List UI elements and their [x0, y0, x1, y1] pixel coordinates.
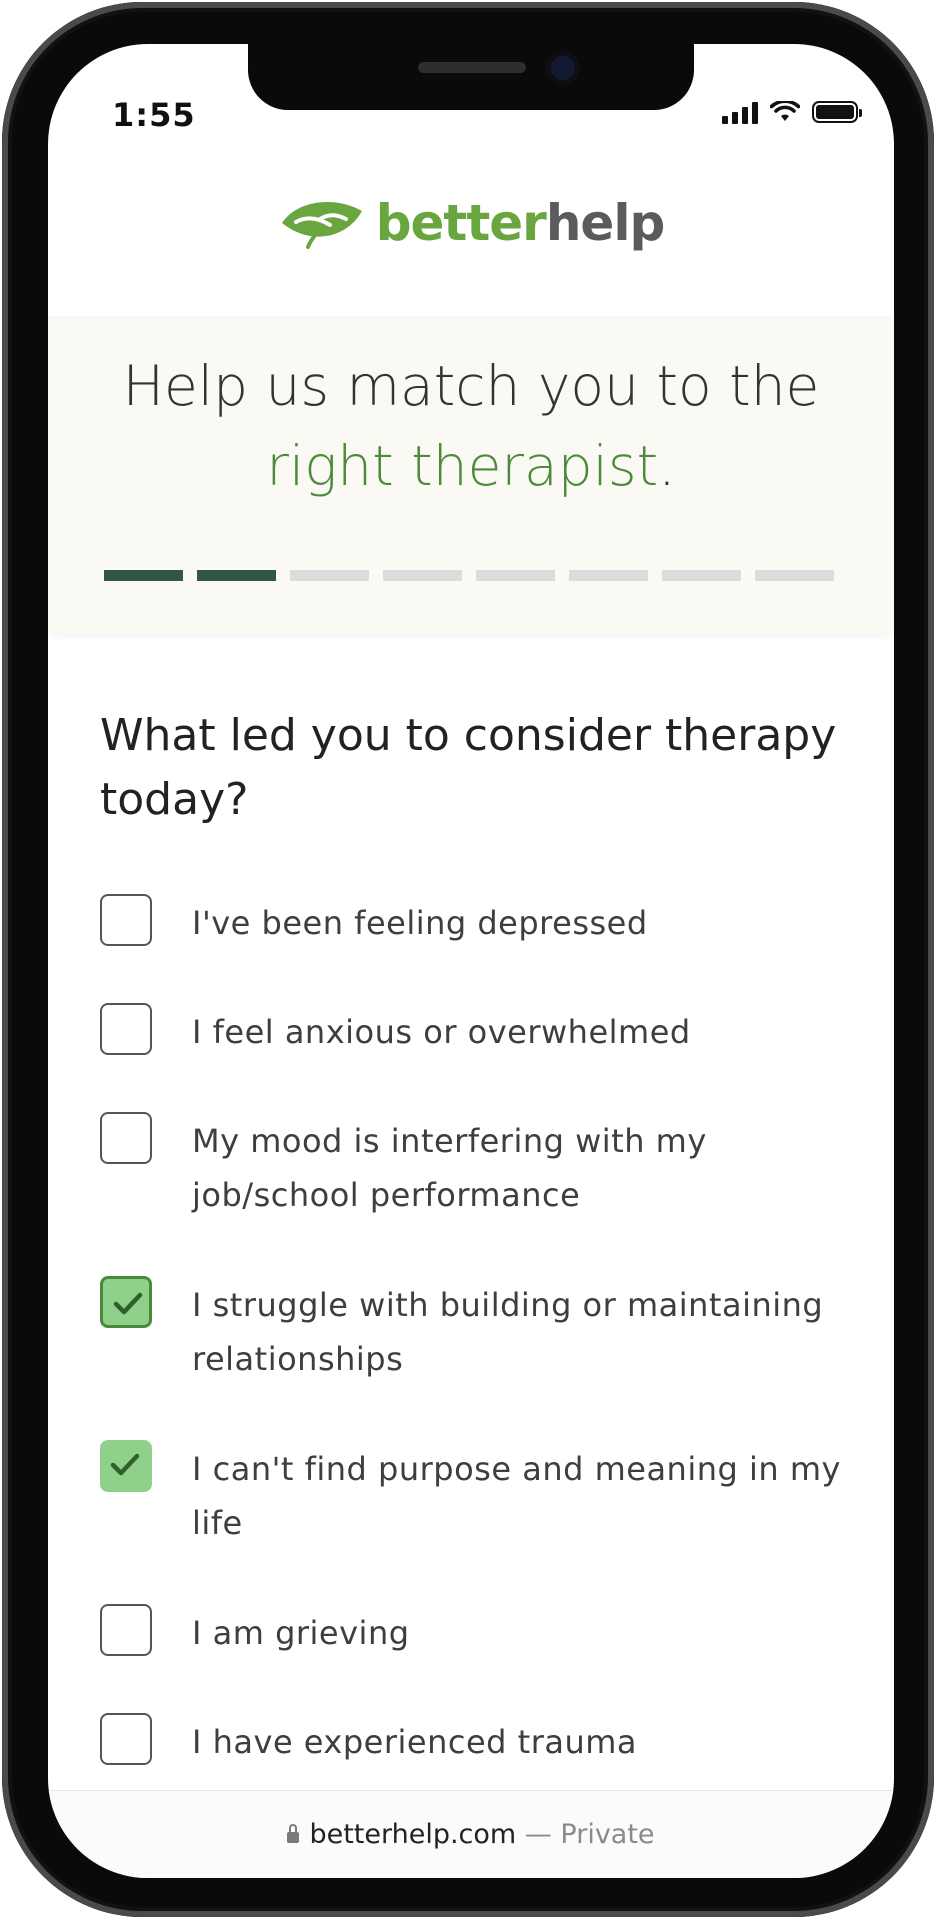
progress-segment: [290, 570, 369, 581]
status-icons: [722, 100, 862, 124]
question-title: What led you to consider therapy today?: [100, 710, 837, 825]
screen: 1:55 betterhelp Help us match you to the…: [48, 44, 894, 1878]
option-label: I have experienced trauma: [192, 1723, 638, 1761]
address-bar-content: betterhelp.com — Private: [48, 1819, 894, 1850]
banner-heading-line1: Help us match you to the: [122, 354, 820, 418]
option-label: I've been feeling depressed: [192, 904, 648, 942]
checkbox-checked[interactable]: [100, 1440, 152, 1492]
notch: [248, 44, 694, 110]
progress-bar: [104, 570, 834, 581]
logo-word-help: help: [545, 194, 665, 252]
logo-wordmark: betterhelp: [375, 194, 666, 252]
speaker-grille: [418, 62, 526, 73]
progress-segment: [662, 570, 741, 581]
progress-segment-complete: [197, 570, 276, 581]
logo-word-better: better: [375, 194, 547, 252]
status-time: 1:55: [112, 96, 196, 134]
progress-segment: [569, 570, 648, 581]
checkbox[interactable]: [100, 1003, 152, 1055]
address-domain: betterhelp.com: [309, 1819, 517, 1850]
checkbox[interactable]: [100, 894, 152, 946]
banner-period: .: [658, 434, 676, 498]
progress-segment: [476, 570, 555, 581]
progress-segment: [755, 570, 834, 581]
battery-icon: [812, 101, 862, 123]
address-private-label: — Private: [524, 1819, 655, 1850]
front-camera: [546, 51, 580, 85]
wifi-icon: [770, 101, 800, 121]
option-label: I am grieving: [192, 1614, 410, 1652]
browser-address-bar[interactable]: betterhelp.com — Private: [48, 1790, 894, 1878]
option-label: I can't find purpose and meaning in my l…: [192, 1450, 841, 1542]
checkbox-checked[interactable]: [100, 1276, 152, 1328]
checkbox[interactable]: [100, 1713, 152, 1765]
phone-frame: 1:55 betterhelp Help us match you to the…: [2, 2, 934, 1917]
progress-segment: [383, 570, 462, 581]
banner-heading-line2: right therapist.: [48, 434, 894, 498]
checkbox[interactable]: [100, 1112, 152, 1164]
site-header: betterhelp: [48, 194, 894, 253]
betterhelp-logo[interactable]: betterhelp: [278, 194, 665, 252]
checkmark-icon: [110, 1453, 140, 1476]
lock-icon: [287, 1824, 300, 1843]
cellular-signal-icon: [722, 100, 758, 124]
option-label: I feel anxious or overwhelmed: [192, 1013, 691, 1051]
checkbox[interactable]: [100, 1604, 152, 1656]
intro-banner: Help us match you to the right therapist…: [48, 316, 894, 634]
checkmark-icon: [113, 1292, 143, 1315]
progress-segment-complete: [104, 570, 183, 581]
option-label: I struggle with building or maintaining …: [192, 1286, 824, 1378]
leaf-hands-icon: [281, 201, 362, 249]
option-label: My mood is interfering with my job/schoo…: [192, 1122, 707, 1214]
banner-highlight: right therapist: [266, 434, 659, 498]
